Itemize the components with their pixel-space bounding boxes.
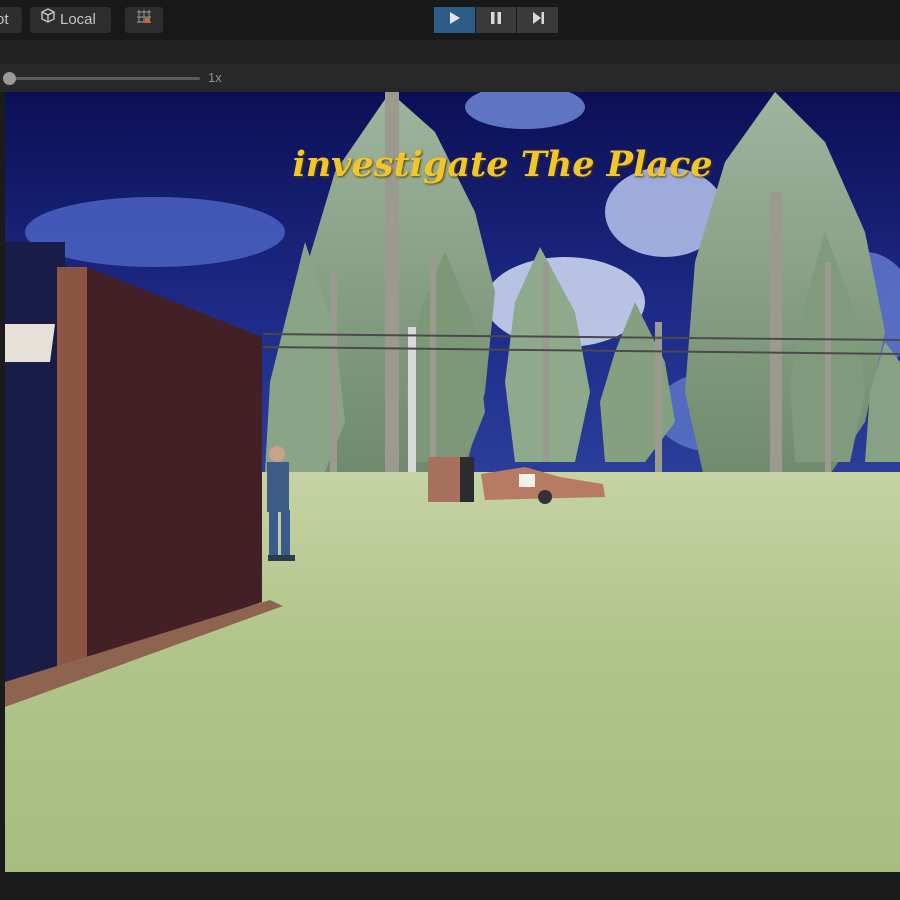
editor-toolbar: ot Local xyxy=(0,0,900,40)
timescale-slider-track[interactable] xyxy=(10,77,200,80)
game-scene xyxy=(5,92,900,872)
timescale-label: 1x xyxy=(208,70,222,85)
game-view-tab-bar xyxy=(0,40,900,64)
status-bar xyxy=(0,872,900,900)
step-button[interactable] xyxy=(517,7,559,33)
play-button[interactable] xyxy=(434,7,475,33)
objective-text: investigate The Place xyxy=(292,144,713,185)
cube-icon xyxy=(39,7,57,34)
grid-snap-button[interactable] xyxy=(125,7,163,33)
pivot-toggle-label: ot xyxy=(0,11,9,28)
pivot-toggle-button[interactable]: ot xyxy=(0,7,22,33)
pivot-rotation-button[interactable]: Local xyxy=(30,7,111,33)
play-icon xyxy=(447,11,461,30)
game-viewport[interactable]: investigate The Place xyxy=(5,92,900,872)
crate-barricade xyxy=(428,457,474,502)
game-view-control-bar: 1x xyxy=(0,64,900,92)
grid-snap-icon xyxy=(135,7,153,34)
playmode-controls xyxy=(434,7,559,33)
utility-pole xyxy=(408,327,416,482)
pivot-rotation-label: Local xyxy=(60,11,96,28)
pause-button[interactable] xyxy=(475,7,517,33)
timescale-slider-handle[interactable] xyxy=(3,72,16,85)
pause-icon xyxy=(489,11,503,30)
step-icon xyxy=(531,11,545,30)
